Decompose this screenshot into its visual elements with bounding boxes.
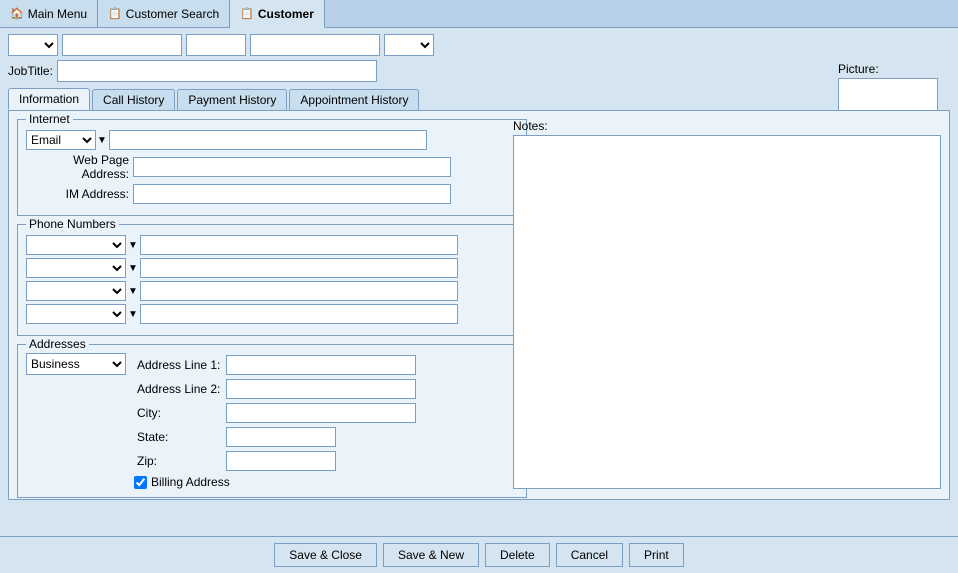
addr-line2-row: Address Line 2: [134,377,419,401]
left-panel: Internet Email ▼ Web Page Address: IM Ad… [17,119,527,498]
phone-row-3: ▼ [26,281,518,301]
phone-type-3[interactable] [26,281,126,301]
main-menu-icon: 🏠 [10,7,24,20]
internet-legend: Internet [26,112,73,126]
addr-line2-input[interactable] [226,379,416,399]
jobtitle-label: JobTitle: [8,64,53,78]
delete-button[interactable]: Delete [485,543,550,567]
addr-city-input[interactable]: Test City [226,403,416,423]
save-new-button[interactable]: Save & New [383,543,479,567]
top-form: Test Customer [8,34,950,56]
phone-type-2[interactable] [26,258,126,278]
addr-zip-label: Zip: [137,454,157,468]
customer-search-icon: 📋 [108,7,122,20]
suffix-select[interactable] [384,34,434,56]
addr-zip-row: Zip: 99999 [134,449,419,473]
email-type-select[interactable]: Email [26,130,96,150]
addr-city-row: City: Test City [134,401,419,425]
jobtitle-input[interactable] [57,60,377,82]
addr-line1-label: Address Line 1: [137,358,220,372]
tab-main-menu[interactable]: 🏠 Main Menu [0,0,98,27]
phone-type-1[interactable] [26,235,126,255]
notes-panel: Notes: [513,119,941,491]
phone-row-4: ▼ [26,304,518,324]
addr-line2-label: Address Line 2: [137,382,220,396]
customer-search-label: Customer Search [126,7,219,21]
tab-customer[interactable]: 📋 Customer [230,0,325,28]
section-tabs: Information Call History Payment History… [8,88,950,110]
tab-payment-history[interactable]: Payment History [177,89,287,110]
billing-address-label: Billing Address [151,475,230,489]
im-input[interactable] [133,184,451,204]
title-bar: 🏠 Main Menu 📋 Customer Search 📋 Customer [0,0,958,28]
tab-customer-search[interactable]: 📋 Customer Search [98,0,230,27]
address-type-select[interactable]: Business Home Other [26,353,126,375]
customer-icon: 📋 [240,7,254,20]
tab-call-history[interactable]: Call History [92,89,175,110]
tab-information[interactable]: Information [8,88,90,110]
save-close-button[interactable]: Save & Close [274,543,377,567]
phone-type-4[interactable] [26,304,126,324]
phone-number-2[interactable] [140,258,458,278]
addr-state-input[interactable]: Test ST [226,427,336,447]
cancel-button[interactable]: Cancel [556,543,623,567]
prefix-select[interactable] [8,34,58,56]
phone-dropdown-icon-1: ▼ [128,240,138,251]
internet-group: Internet Email ▼ Web Page Address: IM Ad… [17,119,527,216]
tab-appointment-history[interactable]: Appointment History [289,89,419,110]
phone-number-4[interactable] [140,304,458,324]
phone-row-2: ▼ [26,258,518,278]
print-button[interactable]: Print [629,543,684,567]
addr-line1-input[interactable]: Test Address [226,355,416,375]
phone-group: Phone Numbers ▼ ▼ ▼ [17,224,527,336]
first-name-input[interactable]: Test [62,34,182,56]
phone-dropdown-icon-3: ▼ [128,286,138,297]
web-row: Web Page Address: [26,153,518,181]
phone-number-3[interactable] [140,281,458,301]
phone-row-1: ▼ [26,235,518,255]
customer-label: Customer [258,7,314,21]
main-menu-label: Main Menu [28,7,87,21]
webpage-label: Web Page Address: [26,153,129,181]
addr-line1-row: Address Line 1: Test Address [134,353,419,377]
addresses-group: Addresses Business Home Other Address Li… [17,344,527,498]
bottom-bar: Save & Close Save & New Delete Cancel Pr… [0,536,958,573]
addr-zip-input[interactable]: 99999 [226,451,336,471]
tab-panel-information: Internet Email ▼ Web Page Address: IM Ad… [8,110,950,500]
email-dropdown-icon: ▼ [97,135,107,146]
addr-state-label: State: [137,430,168,444]
im-label: IM Address: [26,187,129,201]
phone-number-1[interactable] [140,235,458,255]
phone-legend: Phone Numbers [26,217,119,231]
job-title-row: JobTitle: [8,60,950,82]
billing-address-checkbox-row: Billing Address [134,475,419,489]
notes-textarea[interactable] [513,135,941,489]
im-row: IM Address: [26,184,518,204]
phone-dropdown-icon-2: ▼ [128,263,138,274]
email-row: Email ▼ [26,130,518,150]
addr-city-label: City: [137,406,161,420]
email-input[interactable] [109,130,427,150]
phone-dropdown-icon-4: ▼ [128,309,138,320]
last-name-input[interactable]: Customer [250,34,380,56]
notes-label: Notes: [513,119,941,133]
middle-name-input[interactable] [186,34,246,56]
billing-address-checkbox[interactable] [134,476,147,489]
address-fields: Address Line 1: Test Address Address Lin… [134,353,419,489]
addr-state-row: State: Test ST [134,425,419,449]
picture-label: Picture: [838,62,948,76]
addresses-legend: Addresses [26,337,89,351]
webpage-input[interactable] [133,157,451,177]
